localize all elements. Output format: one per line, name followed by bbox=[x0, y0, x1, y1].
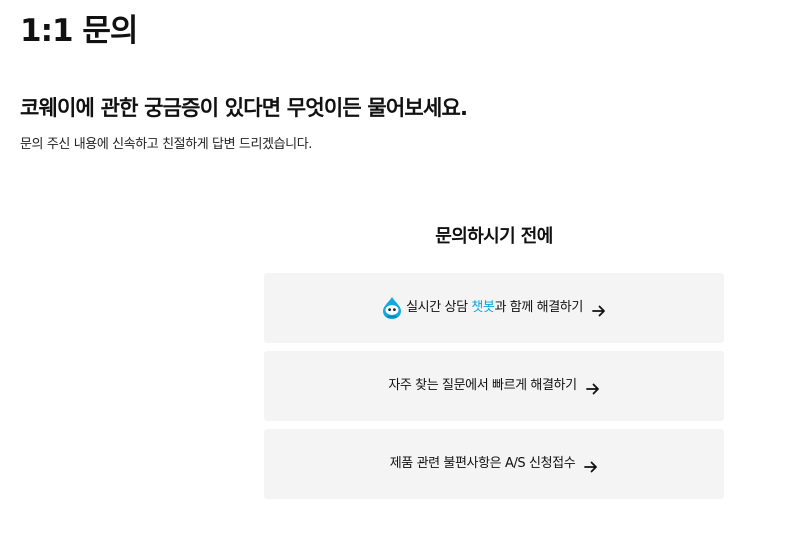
as-request-option-label: 제품 관련 불편사항은 A/S 신청접수 bbox=[389, 456, 576, 471]
chatbot-highlight-text: 챗봇 bbox=[471, 300, 495, 315]
arrow-right-icon bbox=[591, 302, 606, 317]
chatbot-option-label: 실시간 상담 챗봇과 함께 해결하기 bbox=[406, 299, 583, 317]
page-subtext: 문의 주신 내용에 신속하고 친절하게 답변 드리겠습니다. bbox=[20, 137, 313, 152]
as-request-option-button[interactable]: 제품 관련 불편사항은 A/S 신청접수 bbox=[264, 429, 724, 499]
faq-option-button[interactable]: 자주 찾는 질문에서 빠르게 해결하기 bbox=[264, 351, 724, 421]
chatbot-option-button[interactable]: 실시간 상담 챗봇과 함께 해결하기 bbox=[264, 273, 724, 343]
chatbot-option-text-after: 과 함께 해결하기 bbox=[494, 300, 584, 315]
section-title: 문의하시기 전에 bbox=[435, 226, 553, 247]
page-title: 1:1 문의 bbox=[20, 13, 138, 49]
faq-option-label: 자주 찾는 질문에서 빠르게 해결하기 bbox=[388, 378, 577, 393]
chatbot-option-text-before: 실시간 상담 bbox=[406, 300, 472, 315]
arrow-right-icon bbox=[584, 458, 598, 473]
option-list: 실시간 상담 챗봇과 함께 해결하기 자주 찾는 질문에서 빠르게 해결하기 제… bbox=[264, 273, 724, 507]
chatbot-mascot-icon bbox=[382, 296, 402, 320]
before-inquiry-section: 문의하시기 전에 실시간 상담 챗봇과 함께 해결하기 자주 찾는 질문에서 빠… bbox=[264, 222, 724, 499]
arrow-right-icon bbox=[585, 380, 600, 395]
page-headline: 코웨이에 관한 궁금증이 있다면 무엇이든 물어보세요. bbox=[20, 96, 468, 120]
